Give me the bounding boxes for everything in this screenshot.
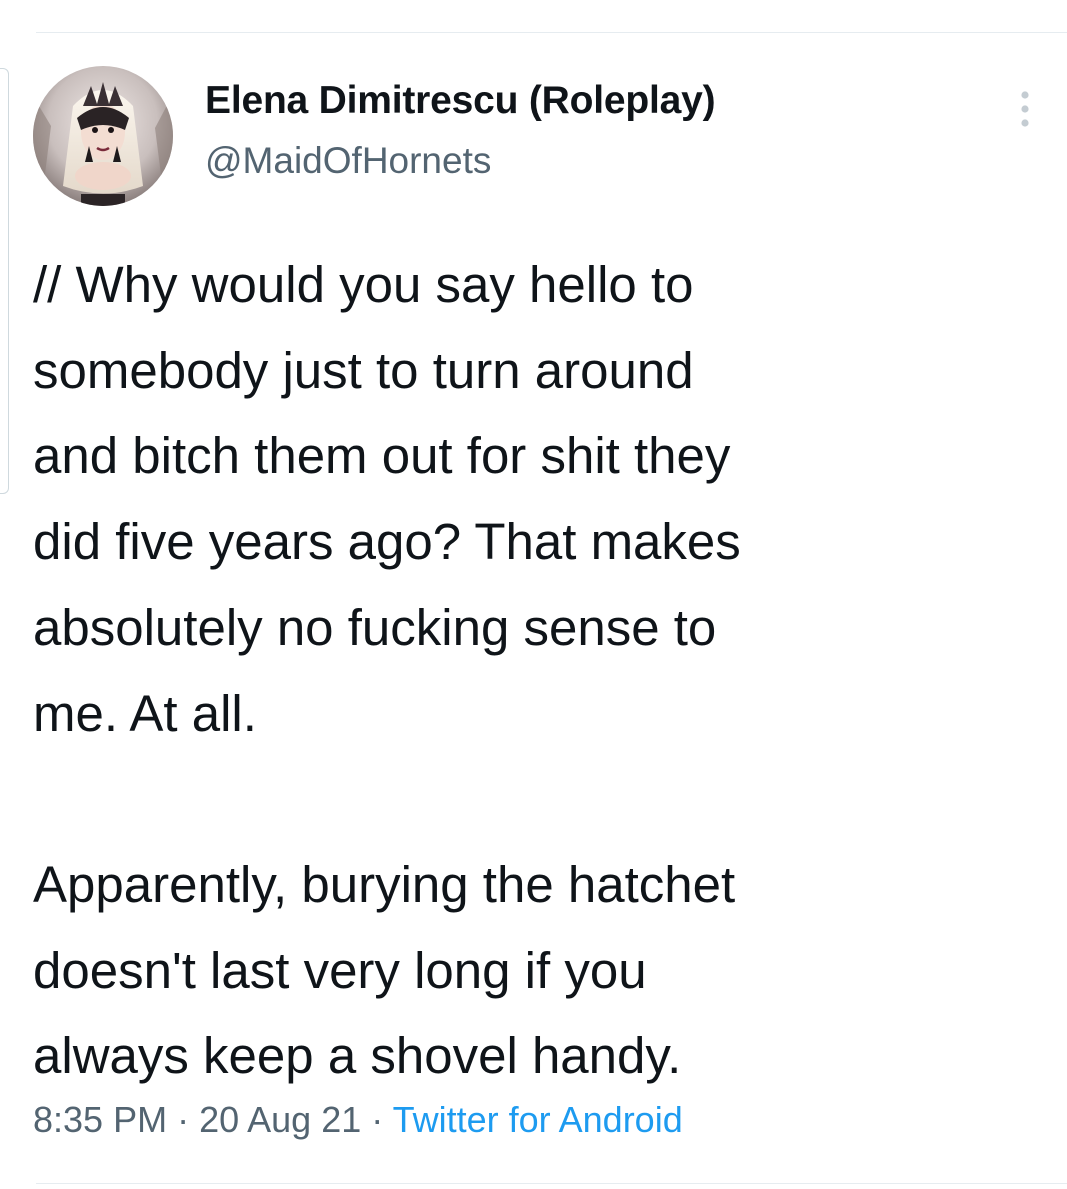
tweet-paragraph-1: // Why would you say hello to somebody j… [33,256,741,742]
user-info[interactable]: Elena Dimitrescu (Roleplay) @MaidOfHorne… [205,76,716,184]
tweet-paragraph-2: Apparently, burying the hatchet doesn't … [33,855,736,1085]
more-options-button[interactable] [1010,86,1040,132]
tweet-source-link[interactable]: Twitter for Android [393,1099,683,1140]
top-divider [36,32,1067,33]
meta-separator: · [167,1099,200,1140]
avatar-image [33,66,173,206]
avatar[interactable] [33,66,173,206]
bottom-divider [36,1183,1067,1184]
tweet-date[interactable]: 20 Aug 21 [199,1099,361,1140]
scrollbar[interactable] [0,68,9,494]
meta-separator: · [361,1099,393,1140]
tweet-time[interactable]: 8:35 PM [33,1099,167,1140]
tweet-text: // Why would you say hello to somebody j… [33,242,1043,1099]
more-vertical-icon [1021,91,1029,127]
display-name[interactable]: Elena Dimitrescu (Roleplay) [205,76,716,126]
username-handle[interactable]: @MaidOfHornets [205,138,715,184]
tweet-metadata: 8:35 PM · 20 Aug 21 · Twitter for Androi… [33,1097,683,1143]
